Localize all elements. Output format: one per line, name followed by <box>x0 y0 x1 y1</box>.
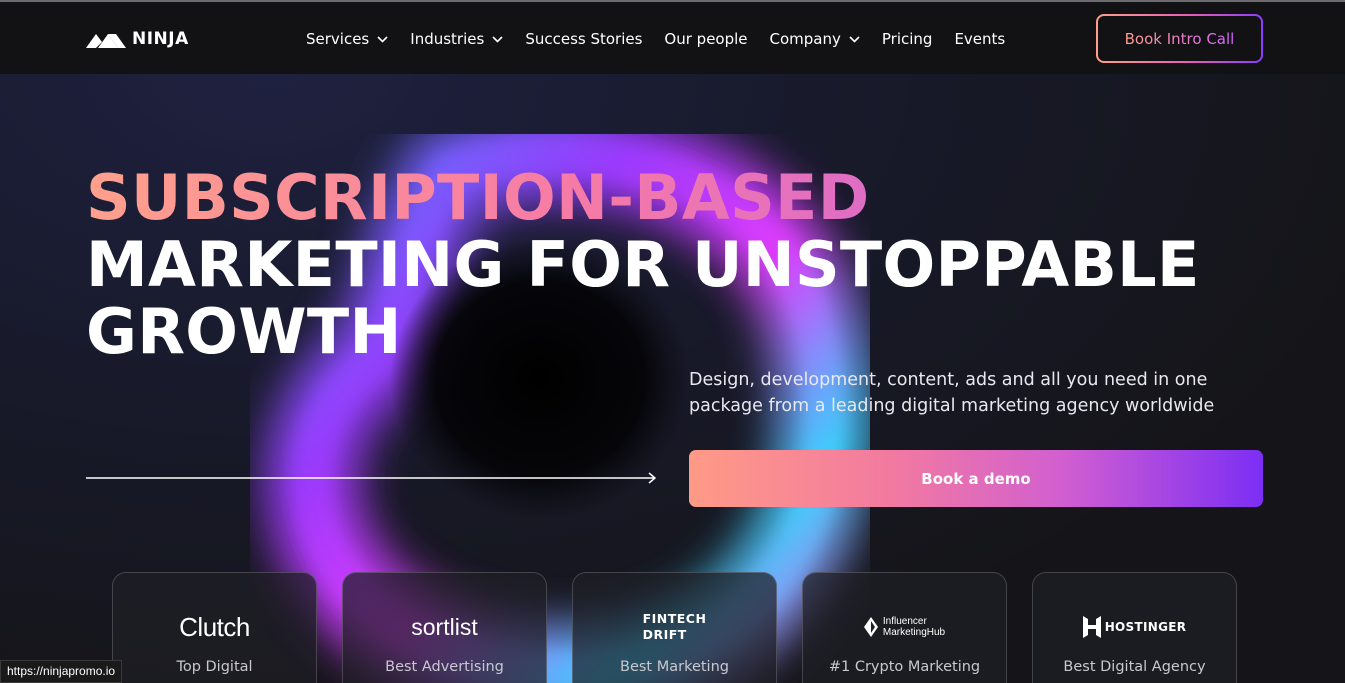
hostinger-logo-text: HOSTINGER <box>1104 620 1187 634</box>
ninja-mark-icon <box>86 34 126 48</box>
award-card-hostinger[interactable]: HOSTINGER Best Digital Agency <box>1032 572 1237 683</box>
clutch-logo-text: Clutch <box>179 611 250 642</box>
nav-company-label: Company <box>769 30 841 48</box>
hero-subtitle: Design, development, content, ads and al… <box>689 370 1215 416</box>
award-card-fintech-drift[interactable]: FINTECH DRIFT Best Marketing <box>572 572 777 683</box>
chevron-down-icon <box>849 35 860 43</box>
status-bar-url: https://ninjapromo.io <box>0 660 123 683</box>
ninja-logo[interactable]: NINJA <box>86 26 189 52</box>
award-text: Best Marketing <box>620 659 729 675</box>
nav-services-label: Services <box>306 30 370 48</box>
nav-events[interactable]: Events <box>954 30 1005 48</box>
fintech-line: FINTECH <box>642 611 707 626</box>
fintech-drift-logo-text: FINTECH DRIFT <box>643 611 707 643</box>
awards-list: Clutch Top Digital sortlist Best Adverti… <box>112 572 1237 683</box>
nav-events-label: Events <box>954 30 1006 48</box>
logo-wordmark: NINJA <box>132 29 189 49</box>
book-demo-button[interactable]: Book a demo <box>689 450 1263 507</box>
nav-success-stories[interactable]: Success Stories <box>525 30 642 48</box>
hero-section: SUBSCRIPTION-BASED MARKETING FOR UNSTOPP… <box>0 74 1345 683</box>
nav-services[interactable]: Services <box>306 30 388 48</box>
hero-title-line2: MARKETING FOR UNSTOPPABLE <box>86 228 1200 301</box>
chevron-down-icon <box>377 35 388 43</box>
imh-line1: Influencer <box>882 616 927 627</box>
sortlist-logo-text: sortlist <box>411 613 478 640</box>
imh-logo-group: Influencer MarketingHub <box>863 616 945 638</box>
sortlist-logo: sortlist <box>343 609 546 645</box>
award-text: Best Advertising <box>385 659 504 675</box>
nav-industries-label: Industries <box>410 30 485 48</box>
nav-success-stories-label: Success Stories <box>525 30 643 48</box>
nav-pricing[interactable]: Pricing <box>882 30 933 48</box>
award-text: Best Digital Agency <box>1063 659 1206 675</box>
award-text: Top Digital <box>176 659 253 675</box>
book-demo-label: Book a demo <box>921 469 1031 488</box>
hostinger-logo-group: HOSTINGER <box>1082 616 1187 638</box>
nav-industries[interactable]: Industries <box>410 30 503 48</box>
hostinger-logo: HOSTINGER <box>1033 609 1236 645</box>
nav-pricing-label: Pricing <box>881 30 933 48</box>
hero-title-line1: SUBSCRIPTION-BASED <box>86 164 1200 231</box>
award-card-clutch[interactable]: Clutch Top Digital <box>112 572 317 683</box>
main-nav: Services Industries Success Stories Our … <box>306 26 1005 52</box>
clutch-logo: Clutch <box>113 609 316 645</box>
fintech-drift-logo: FINTECH DRIFT <box>573 609 776 645</box>
award-card-sortlist[interactable]: sortlist Best Advertising <box>342 572 547 683</box>
hero-title-line3: GROWTH <box>86 295 402 368</box>
nav-our-people[interactable]: Our people <box>664 30 747 48</box>
hero-title: SUBSCRIPTION-BASED MARKETING FOR UNSTOPP… <box>86 164 1200 365</box>
book-intro-call-inner: Book Intro Call <box>1098 16 1261 61</box>
book-intro-call-label: Book Intro Call <box>1124 29 1235 48</box>
site-header: NINJA Services Industries Success Storie… <box>0 2 1345 74</box>
influencer-marketing-hub-logo: Influencer MarketingHub <box>803 609 1006 645</box>
nav-company[interactable]: Company <box>770 30 860 48</box>
book-intro-call-button[interactable]: Book Intro Call <box>1096 14 1263 63</box>
drift-line: DRIFT <box>642 627 687 642</box>
arrow-right-icon <box>86 472 657 484</box>
chevron-down-icon <box>492 35 503 43</box>
hostinger-h-icon <box>1082 616 1101 638</box>
imh-line2: MarketingHub <box>882 627 946 638</box>
award-text: #1 Crypto Marketing <box>828 659 981 675</box>
imh-logo-text: Influencer MarketingHub <box>883 616 945 638</box>
nav-our-people-label: Our people <box>664 30 748 48</box>
diamond-icon <box>863 617 878 637</box>
award-card-influencer-marketing-hub[interactable]: Influencer MarketingHub #1 Crypto Market… <box>802 572 1007 683</box>
